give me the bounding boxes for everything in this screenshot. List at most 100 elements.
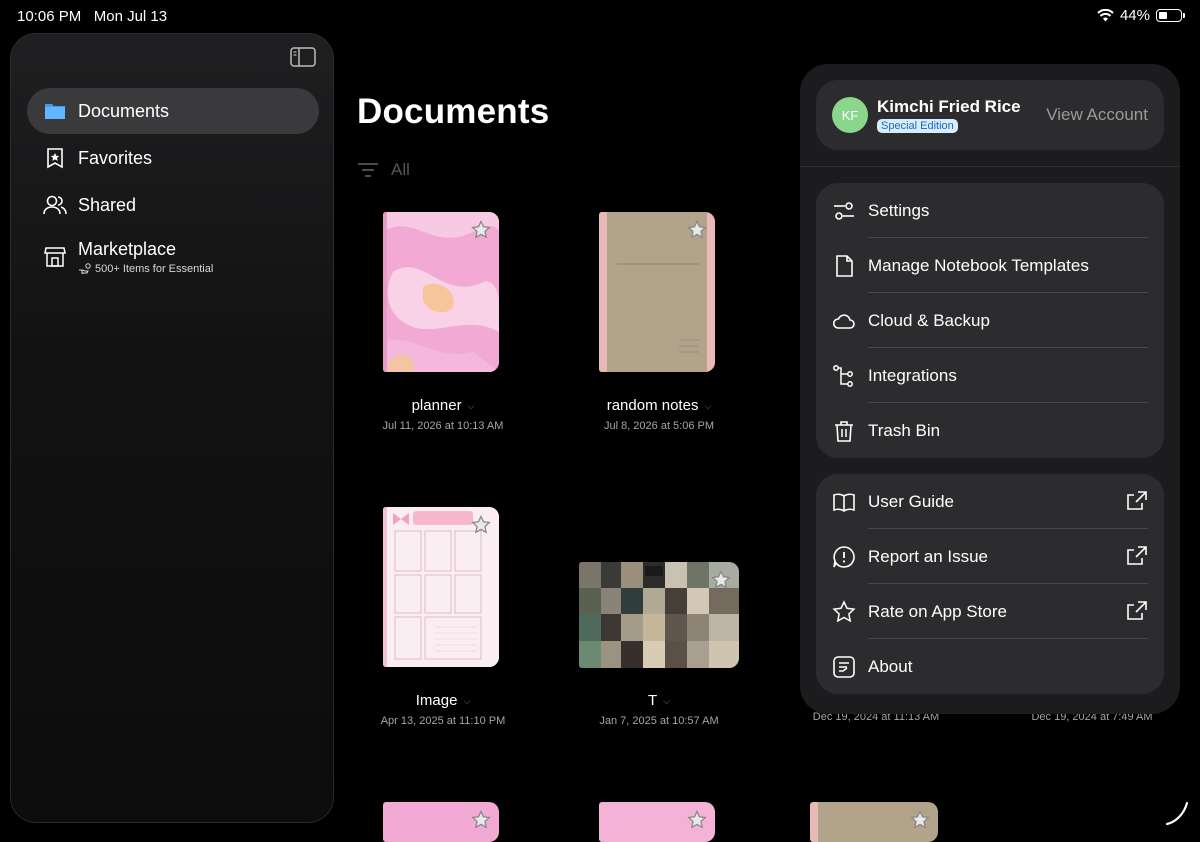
- clock: 10:06 PM: [17, 8, 82, 25]
- filter-label: All: [391, 160, 410, 179]
- sidebar-item-label: Favorites: [78, 147, 153, 168]
- sidebar-item-label: Marketplace: [78, 239, 177, 259]
- document-name: random notes ⌵: [606, 397, 712, 414]
- integrations-icon: [833, 365, 853, 387]
- status-right: 44%: [1097, 7, 1185, 24]
- document-icon: [836, 255, 853, 277]
- document-date: Apr 13, 2025 at 11:10 PM: [380, 715, 506, 727]
- notebook-cover-t[interactable]: [579, 562, 739, 668]
- favorite-star-icon[interactable]: [711, 570, 731, 590]
- pencil-gesture-icon: [1165, 801, 1189, 826]
- divider: [800, 166, 1180, 167]
- battery-percent: 44%: [1119, 7, 1150, 24]
- chevron-down-icon[interactable]: ⌵: [463, 696, 470, 706]
- notebook-cover-random-notes[interactable]: [599, 212, 715, 372]
- edition-badge: Special Edition: [877, 119, 958, 133]
- storefront-icon: [43, 245, 67, 269]
- people-icon: [43, 193, 67, 217]
- menu-item-user-guide[interactable]: User Guide: [816, 474, 1164, 529]
- document-date: Jan 7, 2025 at 10:57 AM: [599, 715, 719, 727]
- favorite-star-icon[interactable]: [471, 810, 491, 830]
- sidebar-item-shared[interactable]: Shared: [27, 182, 319, 228]
- menu-item-about[interactable]: About: [816, 639, 1164, 694]
- menu-item-label: Integrations: [868, 366, 957, 385]
- notes-icon: [833, 656, 855, 678]
- chevron-down-icon[interactable]: ⌵: [663, 696, 670, 706]
- sidebar: Documents Favorites Shared Marketplace 5…: [10, 33, 334, 823]
- menu-item-manage-notebook-templates[interactable]: Manage Notebook Templates: [816, 238, 1164, 293]
- sidebar-toggle-icon[interactable]: [290, 46, 316, 68]
- hand-coin-icon: [79, 263, 91, 274]
- external-link-icon: [1127, 491, 1147, 510]
- menu-item-integrations[interactable]: Integrations: [816, 348, 1164, 403]
- favorite-star-icon[interactable]: [471, 515, 491, 535]
- menu-item-label: Trash Bin: [868, 421, 941, 440]
- bookmark-star-icon: [43, 146, 67, 170]
- wifi-icon: [1097, 9, 1114, 22]
- document-item[interactable]: Image ⌵ Apr 13, 2025 at 11:10 PM: [333, 692, 553, 727]
- cloud-icon: [832, 314, 855, 329]
- marketplace-subtitle: 500+ Items for Essential: [78, 263, 213, 275]
- status-bar: 10:06 PM Mon Jul 13 44%: [0, 0, 1200, 32]
- sidebar-item-favorites[interactable]: Favorites: [27, 135, 319, 181]
- favorite-star-icon[interactable]: [910, 810, 930, 830]
- sidebar-nav: Documents Favorites Shared Marketplace 5…: [27, 88, 319, 286]
- account-name: Kimchi Fried Rice: [877, 97, 1021, 116]
- sidebar-item-label: Documents: [78, 100, 170, 121]
- external-link-icon: [1127, 601, 1147, 620]
- menu-item-rate-app-store[interactable]: Rate on App Store: [816, 584, 1164, 639]
- document-item[interactable]: planner ⌵ Jul 11, 2026 at 10:13 AM: [333, 397, 553, 432]
- document-date: Jul 11, 2026 at 10:13 AM: [382, 420, 504, 432]
- favorite-star-icon[interactable]: [687, 220, 707, 240]
- chevron-down-icon[interactable]: ⌵: [468, 401, 475, 411]
- document-name: Image ⌵: [415, 692, 471, 709]
- menu-item-label: About: [868, 657, 913, 676]
- menu-item-label: Settings: [868, 201, 930, 220]
- menu-item-label: Rate on App Store: [868, 602, 1007, 621]
- sidebar-item-documents[interactable]: Documents: [27, 88, 319, 134]
- marketplace-subtitle-text: 500+ Items for Essential: [95, 263, 214, 275]
- menu-item-label: User Guide: [868, 492, 954, 511]
- document-name: T ⌵: [648, 692, 670, 709]
- menu-item-report-issue[interactable]: Report an Issue: [816, 529, 1164, 584]
- menu-item-cloud-backup[interactable]: Cloud & Backup: [816, 293, 1164, 348]
- notebook-cover-partial[interactable]: [810, 802, 938, 842]
- avatar: KF: [832, 97, 868, 133]
- notebook-cover-image[interactable]: [383, 507, 499, 667]
- document-item[interactable]: random notes ⌵ Jul 8, 2026 at 5:06 PM: [549, 397, 769, 432]
- status-time: 10:06 PM Mon Jul 13: [17, 8, 167, 25]
- sliders-icon: [834, 202, 854, 220]
- menu-item-trash-bin[interactable]: Trash Bin: [816, 403, 1164, 458]
- sidebar-item-label: Shared: [78, 194, 137, 215]
- external-link-icon: [1127, 546, 1147, 565]
- document-item[interactable]: T ⌵ Jan 7, 2025 at 10:57 AM: [549, 692, 769, 727]
- battery-icon: [1156, 9, 1185, 22]
- menu-group-help: User Guide Report an Issue Rate on App S…: [816, 474, 1164, 694]
- favorite-star-icon[interactable]: [687, 810, 707, 830]
- book-icon: [833, 493, 855, 512]
- filter-button[interactable]: All: [357, 160, 410, 180]
- folder-icon: [43, 99, 67, 123]
- sidebar-item-marketplace[interactable]: Marketplace 500+ Items for Essential: [27, 229, 319, 285]
- menu-item-settings[interactable]: Settings: [816, 183, 1164, 238]
- menu-group-main: Settings Manage Notebook Templates Cloud…: [816, 183, 1164, 458]
- menu-item-label: Manage Notebook Templates: [868, 256, 1089, 275]
- view-account-button[interactable]: View Account: [1046, 105, 1148, 125]
- chevron-down-icon[interactable]: ⌵: [704, 401, 711, 411]
- document-date: Jul 8, 2026 at 5:06 PM: [603, 420, 715, 432]
- notebook-cover-partial[interactable]: [383, 802, 499, 842]
- page-title: Documents: [357, 92, 550, 131]
- favorite-star-icon[interactable]: [471, 220, 491, 240]
- menu-item-label: Cloud & Backup: [868, 311, 990, 330]
- account-card[interactable]: KF Kimchi Fried Rice Special Edition Vie…: [816, 80, 1164, 150]
- menu-item-label: Report an Issue: [868, 547, 989, 566]
- notebook-cover-planner[interactable]: [383, 212, 499, 372]
- account-menu: KF Kimchi Fried Rice Special Edition Vie…: [800, 64, 1180, 714]
- notebook-cover-partial[interactable]: [599, 802, 715, 842]
- trash-icon: [835, 421, 853, 442]
- star-icon: [832, 600, 856, 623]
- document-name: planner ⌵: [411, 397, 475, 414]
- date: Mon Jul 13: [93, 8, 168, 25]
- filter-icon: [358, 163, 378, 177]
- alert-bubble-icon: [833, 546, 855, 568]
